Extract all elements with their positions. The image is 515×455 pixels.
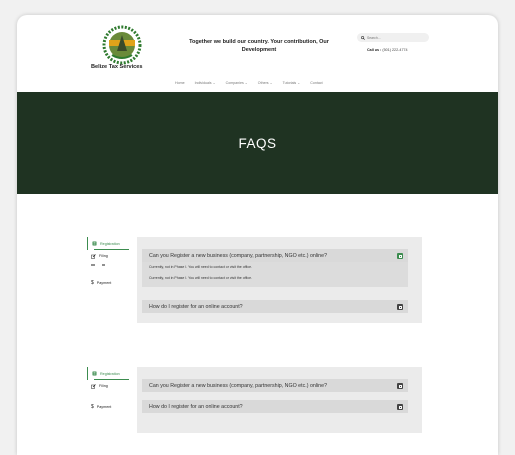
registration-icon — [92, 371, 97, 376]
nav-tutorials[interactable]: Tutorials ⌄ — [283, 81, 301, 85]
faq-question-text: Can you Register a new business (company… — [149, 382, 328, 389]
faq-item: Can you Register a new business (company… — [142, 379, 408, 392]
collapse-icon[interactable] — [397, 253, 403, 259]
faq-section-2: Registration Filing $ Payment Can you Re… — [87, 367, 422, 433]
tab-label: Filing — [99, 254, 108, 258]
browser-page-frame: Belize Tax Services Together we build ou… — [17, 15, 498, 455]
dollar-icon: $ — [91, 280, 94, 286]
expand-icon[interactable] — [397, 383, 403, 389]
nav-home[interactable]: Home — [175, 81, 185, 85]
faq-section-1: Registration Filing $ Payment Can you Re… — [87, 237, 422, 323]
faq-item: Can you Register a new business (company… — [142, 249, 408, 287]
tab-filing[interactable]: Filing — [87, 250, 135, 270]
faq-item: How do I register for an online account? — [142, 400, 408, 413]
faq-question-text: How do I register for an online account? — [149, 403, 243, 410]
page-title: FAQS — [238, 135, 277, 151]
tab-label: Registration — [100, 371, 120, 376]
tab-label: Registration — [100, 241, 120, 246]
site-slogan: Together we build our country. Your cont… — [189, 39, 329, 53]
tab-payment[interactable]: $ Payment — [87, 276, 135, 289]
tab-registration[interactable]: Registration — [87, 237, 135, 250]
faq-question[interactable]: How do I register for an online account? — [142, 400, 408, 413]
edit-icon — [91, 254, 96, 259]
call-us: Call us : (501) 222-4774 — [367, 48, 408, 52]
nav-contact[interactable]: Contact — [310, 81, 322, 85]
hero-banner: FAQS — [17, 92, 498, 194]
edit-icon — [91, 384, 96, 389]
faq-answer-text: Currently, not in Phase I. You will need… — [149, 265, 252, 269]
dollar-icon: $ — [91, 404, 94, 410]
main-nav: Home Individuals ⌄ Companies ⌄ Others ⌄ … — [175, 81, 323, 85]
faq-tabs: Registration Filing $ Payment — [87, 367, 135, 413]
faq-question[interactable]: Can you Register a new business (company… — [142, 379, 408, 392]
search-icon — [361, 35, 365, 40]
faq-panel: Can you Register a new business (company… — [137, 367, 422, 433]
tab-registration[interactable]: Registration — [87, 367, 135, 380]
call-number[interactable]: (501) 222-4774 — [382, 48, 407, 52]
faq-question-text: How do I register for an online account? — [149, 303, 243, 310]
faq-answer-text: Currently, not in Phase I. You will need… — [149, 276, 252, 280]
faq-question-text: Can you Register a new business (company… — [149, 252, 328, 259]
faq-answer: Currently, not in Phase I. You will need… — [142, 262, 408, 287]
registration-icon — [92, 241, 97, 246]
faq-tabs: Registration Filing $ Payment — [87, 237, 135, 289]
faq-question[interactable]: Can you Register a new business (company… — [142, 249, 408, 262]
nav-companies[interactable]: Companies ⌄ — [226, 81, 248, 85]
belize-tax-logo[interactable] — [102, 25, 142, 65]
tab-payment[interactable]: $ Payment — [87, 400, 135, 413]
faq-question[interactable]: How do I register for an online account? — [142, 300, 408, 313]
expand-icon[interactable] — [397, 304, 403, 310]
search-input[interactable] — [367, 35, 422, 40]
faq-item: How do I register for an online account? — [142, 300, 408, 313]
faq-panel: Can you Register a new business (company… — [137, 237, 422, 323]
tab-label: Filing — [99, 384, 108, 388]
tab-label: Payment — [96, 404, 112, 409]
tab-divider-icon — [91, 264, 105, 266]
tab-filing[interactable]: Filing — [87, 380, 135, 400]
nav-others[interactable]: Others ⌄ — [258, 81, 273, 85]
brand-name: Belize Tax Services — [91, 64, 143, 70]
call-label: Call us : — [367, 48, 382, 52]
tab-label: Payment — [96, 280, 112, 285]
nav-individuals[interactable]: Individuals ⌄ — [195, 81, 216, 85]
expand-icon[interactable] — [397, 404, 403, 410]
search-box[interactable] — [357, 33, 429, 42]
